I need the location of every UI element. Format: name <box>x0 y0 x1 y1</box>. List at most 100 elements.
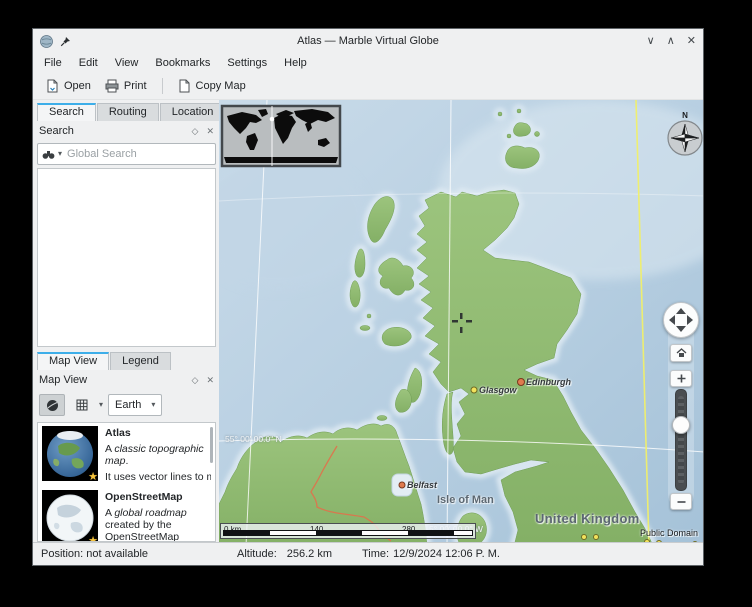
statusbar: Position: not available Altitude: 256.2 … <box>33 542 703 565</box>
town-marker[interactable] <box>582 535 587 540</box>
status-position: Position: not available <box>41 548 237 560</box>
zoom-slider-handle[interactable] <box>672 416 690 434</box>
map-projection-button[interactable] <box>70 395 94 415</box>
map-theme-title: OpenStreetMap <box>105 491 211 503</box>
osm-thumbnail: ★ <box>42 490 98 542</box>
screenshot-stage: Atlas — Marble Virtual Globe ∨ ∧ ✕ File … <box>0 0 752 607</box>
mapview-panel-title: Map View <box>39 374 87 386</box>
copy-map-icon <box>178 79 191 93</box>
close-button[interactable]: ✕ <box>687 29 696 53</box>
minimize-button[interactable]: ∨ <box>647 29 655 53</box>
map-theme-title: Atlas <box>105 427 211 439</box>
pan-left-arrow-icon[interactable] <box>669 315 675 325</box>
atlas-thumbnail: ★ <box>42 426 98 481</box>
position-dot <box>270 117 275 122</box>
search-panel-header: Search ◇ ✕ <box>37 121 219 141</box>
toolbar-separator <box>162 78 163 94</box>
menubar: File Edit View Bookmarks Settings Help <box>33 53 703 73</box>
celestial-body-button[interactable] <box>39 394 65 416</box>
scale-bar-segments <box>223 530 473 536</box>
map-render: N <box>219 100 703 542</box>
maximize-button[interactable]: ∧ <box>667 29 675 53</box>
zoom-out-button[interactable] <box>670 493 692 510</box>
menu-settings[interactable]: Settings <box>227 57 267 69</box>
float-panel-icon[interactable]: ◇ <box>192 126 199 137</box>
close-panel-icon[interactable]: ✕ <box>206 126 214 137</box>
marble-app-icon <box>40 35 53 48</box>
search-results-list[interactable] <box>37 168 216 347</box>
float-panel-icon[interactable]: ◇ <box>192 375 199 386</box>
print-icon <box>105 79 119 93</box>
search-type-chevron-icon[interactable]: ▾ <box>58 150 62 158</box>
minus-icon <box>677 500 686 504</box>
altitude-value: 256.2 km <box>287 548 332 560</box>
pan-control[interactable] <box>663 302 699 338</box>
mapview-panel-header: Map View ◇ ✕ <box>37 370 219 390</box>
map-theme-description: A global roadmap created by the OpenStre… <box>105 507 211 542</box>
map-list-scrollbar[interactable] <box>210 427 213 463</box>
projection-chevron-icon[interactable]: ▾ <box>99 401 103 409</box>
open-file-icon <box>46 79 59 93</box>
map-navigation <box>663 302 699 512</box>
binoculars-icon <box>42 149 55 160</box>
menu-file[interactable]: File <box>44 57 62 69</box>
town-marker[interactable] <box>693 542 698 543</box>
zoom-in-button[interactable] <box>670 370 692 387</box>
zoom-slider[interactable] <box>675 389 687 491</box>
status-altitude: Altitude: 256.2 km <box>237 548 332 560</box>
window-title: Atlas — Marble Virtual Globe <box>33 35 703 47</box>
globe-projection-icon <box>46 399 59 412</box>
map-theme-description-line: It uses vector lines to mark <box>105 471 211 481</box>
home-icon <box>676 348 687 358</box>
mapview-controls: ▾ Earth ▾ <box>37 390 219 420</box>
toolbar: Open Print Copy Map <box>33 73 703 100</box>
time-value: 12/9/2024 12:06 P. M. <box>393 548 500 560</box>
map-theme-openstreetmap[interactable]: ★ OpenStreetMap A global roadmap created… <box>38 487 215 542</box>
tab-search[interactable]: Search <box>37 103 96 121</box>
time-label: Time: <box>362 548 389 560</box>
global-search-field[interactable]: ▾ <box>37 143 216 165</box>
plus-icon <box>677 374 686 383</box>
town-marker[interactable] <box>657 541 662 543</box>
grid-icon <box>76 399 88 411</box>
menu-view[interactable]: View <box>115 57 139 69</box>
town-marker[interactable] <box>645 540 650 543</box>
map-theme-list: ★ Atlas A classic topographic map. It us… <box>37 422 216 542</box>
open-label: Open <box>64 80 91 92</box>
copy-map-button[interactable]: Copy Map <box>174 77 250 95</box>
altitude-label: Altitude: <box>237 548 277 560</box>
search-panel-title: Search <box>39 125 74 137</box>
close-panel-icon[interactable]: ✕ <box>206 375 214 386</box>
tab-location[interactable]: Location <box>160 103 226 121</box>
search-input[interactable] <box>65 147 211 161</box>
scale-bar: 0 km 140 280 <box>220 523 476 539</box>
tab-map-view[interactable]: Map View <box>37 352 109 370</box>
menu-help[interactable]: Help <box>284 57 307 69</box>
home-button[interactable] <box>670 344 692 362</box>
pan-right-arrow-icon[interactable] <box>687 315 693 325</box>
map-canvas[interactable]: N Glasgow Edinburgh Belfast Isle of Man … <box>219 100 703 542</box>
print-button[interactable]: Print <box>101 77 151 95</box>
pin-icon[interactable] <box>60 36 71 47</box>
map-theme-description: A classic topographic map. <box>105 443 211 467</box>
planet-dropdown-value: Earth <box>115 399 141 411</box>
overview-map[interactable] <box>222 106 340 166</box>
menu-edit[interactable]: Edit <box>79 57 98 69</box>
pan-down-arrow-icon[interactable] <box>676 326 686 332</box>
open-button[interactable]: Open <box>42 77 95 95</box>
town-marker[interactable] <box>594 535 599 540</box>
titlebar[interactable]: Atlas — Marble Virtual Globe ∨ ∧ ✕ <box>33 29 703 53</box>
pan-up-arrow-icon[interactable] <box>676 308 686 314</box>
city-marker-glasgow[interactable] <box>471 387 477 393</box>
tab-legend[interactable]: Legend <box>110 352 171 370</box>
search-tabbar: Search Routing Location <box>37 102 219 121</box>
tab-routing[interactable]: Routing <box>97 103 159 121</box>
menu-bookmarks[interactable]: Bookmarks <box>155 57 210 69</box>
status-time: Time: 12/9/2024 12:06 P. M. <box>362 548 500 560</box>
city-marker-belfast[interactable] <box>399 482 405 488</box>
map-theme-atlas[interactable]: ★ Atlas A classic topographic map. It us… <box>38 423 215 487</box>
planet-dropdown[interactable]: Earth ▾ <box>108 394 162 416</box>
favorite-star-icon: ★ <box>88 534 98 542</box>
city-marker-edinburgh[interactable] <box>518 379 525 386</box>
compass-north-label: N <box>682 111 688 120</box>
